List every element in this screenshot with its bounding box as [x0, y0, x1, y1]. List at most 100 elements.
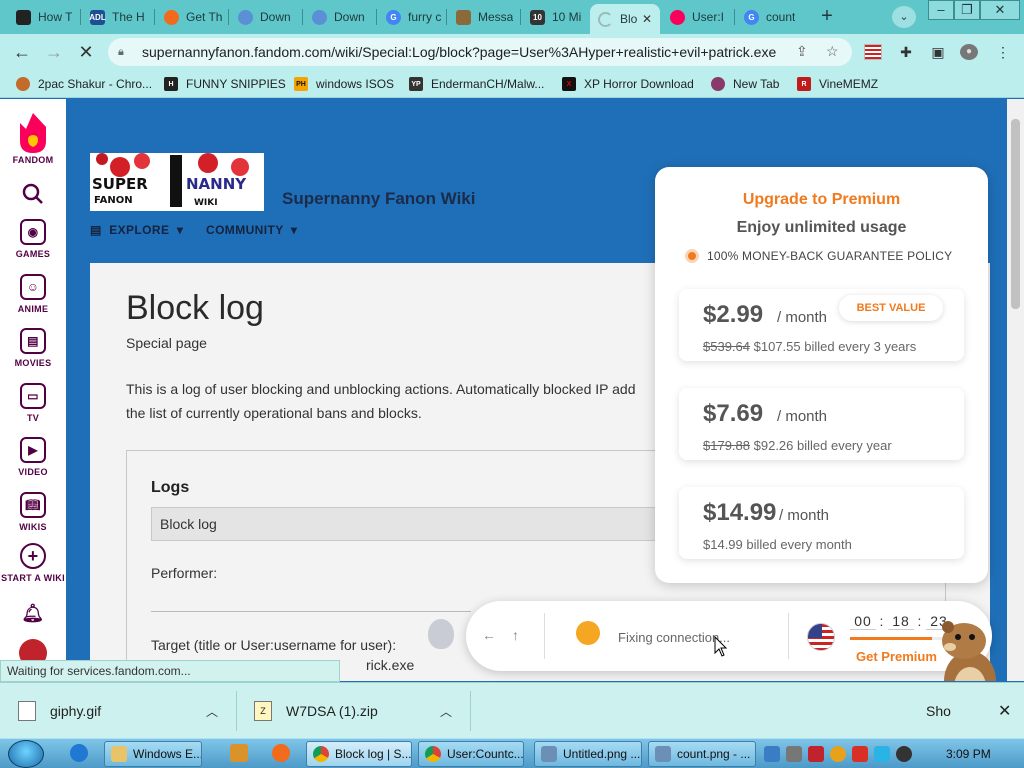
sidebar-item-start-a-wiki[interactable]: + START A WIKI: [0, 543, 66, 583]
start-button[interactable]: [8, 740, 44, 768]
back-button[interactable]: ←: [10, 40, 34, 64]
bookmark-item[interactable]: 2pac Shakur - Chro...: [16, 75, 152, 93]
bookmark-item[interactable]: R VineMEMZ: [797, 75, 878, 93]
stop-loading-button[interactable]: ✕: [74, 40, 98, 64]
browser-tab[interactable]: Down: [304, 4, 374, 30]
browser-tab[interactable]: G count: [736, 4, 806, 30]
performer-input-underline[interactable]: [151, 611, 471, 612]
us-flag-icon[interactable]: [807, 623, 835, 651]
browser-tab[interactable]: Get Th: [156, 4, 226, 30]
taskbar-button-active[interactable]: Block log | S...: [306, 741, 412, 767]
ie-icon[interactable]: [70, 744, 88, 762]
sidebar-item-label: TV: [26, 413, 40, 423]
search-button[interactable]: [0, 183, 66, 207]
plan-card-3-years[interactable]: $2.99 / month BEST VALUE $539.64 $107.55…: [679, 289, 964, 361]
wiki-logo[interactable]: SUPER NANNY FANON WIKI: [90, 153, 264, 211]
status-bubble: Waiting for services.fandom.com...: [0, 660, 340, 682]
browser-tab[interactable]: How T: [8, 4, 80, 30]
bookmark-star-icon[interactable]: ☆: [826, 43, 839, 60]
page-subtitle: Special page: [126, 335, 207, 351]
tray-app-icon[interactable]: [786, 746, 802, 762]
taskbar-button[interactable]: User:Countc...: [418, 741, 524, 767]
premium-title: Upgrade to Premium: [742, 191, 901, 208]
back-arrow-icon[interactable]: ←: [482, 627, 496, 643]
fandom-home-link[interactable]: FANDOM: [0, 111, 66, 165]
wiki-name-link[interactable]: Supernanny Fanon Wiki: [282, 189, 475, 209]
sidebar-item-video[interactable]: ▶ VIDEO: [0, 437, 66, 477]
sidebar-item-anime[interactable]: ☺ ANIME: [0, 274, 66, 314]
page-title: Block log: [126, 289, 264, 327]
url-text[interactable]: supernannyfanon.fandom.com/wiki/Special:…: [142, 44, 782, 60]
bookmark-item[interactable]: PH windows ISOS: [294, 75, 394, 93]
show-all-downloads-link[interactable]: Sho: [926, 683, 951, 739]
sidebar-item-label: GAMES: [15, 249, 51, 259]
share-icon[interactable]: ⇪: [796, 43, 808, 60]
browser-tab[interactable]: ADL The H: [82, 4, 152, 30]
plan-card-monthly[interactable]: $14.99 / month $14.99 billed every month: [679, 487, 964, 559]
bookmark-item[interactable]: YP EndermanCH/Malw...: [409, 75, 544, 93]
bookmark-item[interactable]: H FUNNY SNIPPIES: [164, 75, 286, 93]
browser-tab[interactable]: Messa: [448, 4, 518, 30]
side-panel-icon[interactable]: ▣: [929, 44, 947, 60]
badge-icon: [685, 249, 699, 263]
log-type-select[interactable]: Block log: [151, 507, 681, 541]
tray-app-icon[interactable]: [808, 746, 824, 762]
minimize-button[interactable]: –: [928, 0, 954, 20]
media-icon[interactable]: [230, 744, 248, 762]
browser-tab[interactable]: 10 10 Mi: [522, 4, 590, 30]
browser-tab[interactable]: Down: [230, 4, 300, 30]
notifications-button[interactable]: 🔔︎: [0, 603, 66, 624]
browser-tab-active[interactable]: Blo ✕: [590, 4, 660, 34]
flag-extension-icon[interactable]: [864, 44, 882, 60]
tray-app-icon[interactable]: [830, 746, 846, 762]
menu-kebab-icon[interactable]: ⋮: [994, 44, 1012, 60]
vpn-logo-icon: [576, 621, 600, 645]
close-shelf-icon[interactable]: ✕: [998, 683, 1011, 739]
tray-app-icon[interactable]: [896, 746, 912, 762]
download-filename: W7DSA (1).zip: [286, 703, 378, 719]
sidebar-item-wikis[interactable]: 📖︎ WIKIS: [0, 492, 66, 532]
extensions-icon[interactable]: ✚: [897, 44, 915, 60]
guarantee-line: 100% MONEY-BACK GUARANTEE POLICY: [685, 249, 952, 263]
taskbar-button[interactable]: Windows E...: [104, 741, 202, 767]
download-shelf: giphy.gif ︿ Z W7DSA (1).zip ︿ Sho ✕: [0, 682, 1024, 738]
taskbar-label: User:Countc...: [447, 747, 524, 761]
google-icon: G: [744, 9, 759, 25]
chevron-up-icon[interactable]: ︿: [440, 703, 452, 720]
tab-search-button[interactable]: ⌄: [892, 6, 916, 28]
forward-button[interactable]: →: [42, 40, 66, 64]
target-input-value[interactable]: rick.exe: [366, 657, 414, 673]
tray-app-icon[interactable]: [852, 746, 868, 762]
scrollbar-thumb[interactable]: [1011, 119, 1020, 309]
tab-strip: How T ADL The H Get Th Down Down G furry…: [0, 0, 1024, 34]
taskbar-clock[interactable]: 3:09 PM: [946, 747, 991, 761]
tray-app-icon[interactable]: [764, 746, 780, 762]
download-item[interactable]: Z W7DSA (1).zip ︿: [254, 683, 464, 739]
app-icon[interactable]: [272, 744, 290, 762]
up-arrow-icon[interactable]: ↑: [512, 627, 519, 643]
bookmark-item[interactable]: X XP Horror Download: [562, 75, 694, 93]
explore-menu[interactable]: ▤ EXPLORE ▾: [90, 223, 183, 237]
browser-tab[interactable]: User:I: [662, 4, 732, 30]
new-tab-button[interactable]: +: [815, 6, 839, 28]
profile-avatar-icon[interactable]: ●: [960, 44, 978, 60]
get-premium-button[interactable]: Get Premium: [856, 649, 937, 664]
taskbar-button[interactable]: count.png - ...: [648, 741, 756, 767]
close-tab-icon[interactable]: ✕: [642, 12, 652, 26]
system-tray: [764, 743, 912, 765]
sidebar-item-movies[interactable]: ▤ MOVIES: [0, 328, 66, 368]
sidebar-item-tv[interactable]: ▭ TV: [0, 383, 66, 423]
bookmark-item[interactable]: New Tab: [711, 75, 779, 93]
browser-tab[interactable]: G furry c: [378, 4, 444, 30]
plan-card-yearly[interactable]: $7.69 / month $179.88 $92.26 billed ever…: [679, 388, 964, 460]
restore-button[interactable]: ❐: [954, 0, 980, 20]
taskbar-button[interactable]: Untitled.png ...: [534, 741, 642, 767]
page-scrollbar[interactable]: [1007, 99, 1024, 681]
community-menu[interactable]: COMMUNITY ▾: [206, 223, 297, 237]
address-bar[interactable]: 🔒︎ supernannyfanon.fandom.com/wiki/Speci…: [108, 38, 852, 66]
close-window-button[interactable]: ✕: [980, 0, 1020, 20]
tray-app-icon[interactable]: [874, 746, 890, 762]
chevron-up-icon[interactable]: ︿: [206, 703, 218, 720]
sidebar-item-games[interactable]: ◉ GAMES: [0, 219, 66, 259]
download-item[interactable]: giphy.gif ︿: [18, 683, 228, 739]
